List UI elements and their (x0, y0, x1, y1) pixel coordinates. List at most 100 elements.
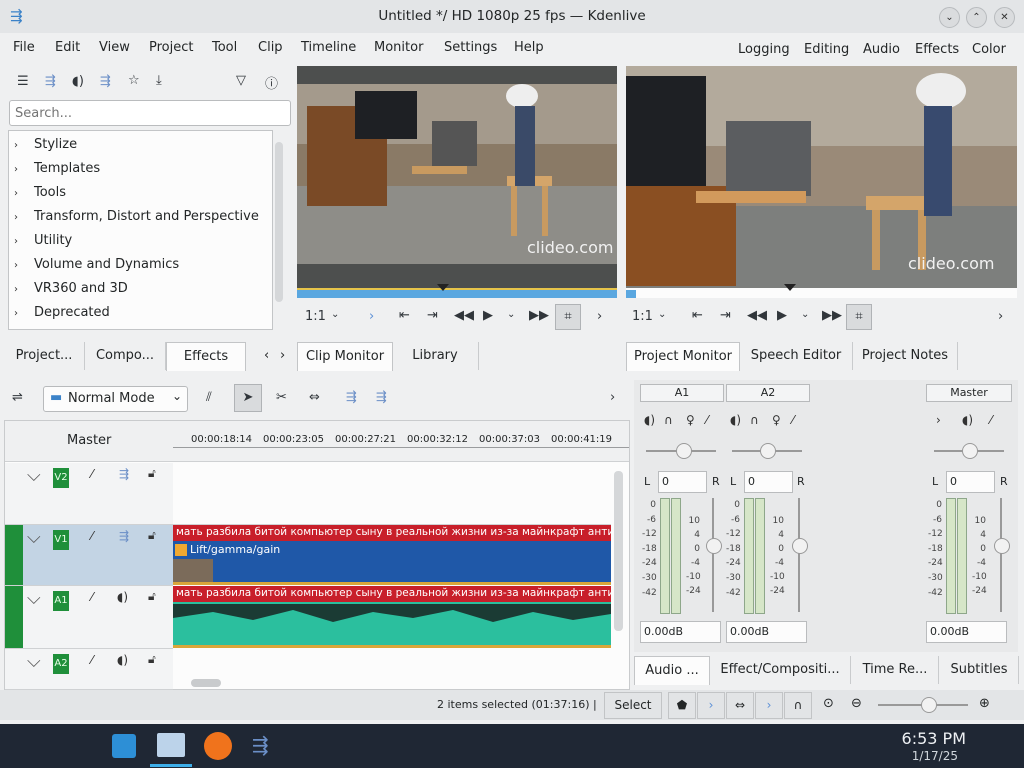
pan-spin-a2[interactable]: 0 (744, 471, 793, 493)
timeline-vscroll[interactable] (614, 471, 623, 631)
video-track-icon[interactable]: ⇶ (119, 467, 129, 481)
solo-headphones-icon[interactable]: ∩ (750, 413, 759, 427)
forward-icon[interactable]: ▶▶ (822, 308, 842, 323)
spacer-tool-icon[interactable]: ⫽ (206, 390, 212, 405)
tab-clip-monitor[interactable]: Clip Monitor (297, 342, 393, 371)
volume-fader-master[interactable] (1000, 498, 1002, 612)
timeline-hscroll[interactable] (191, 679, 221, 687)
chevron-down-icon[interactable]: ⌄ (658, 309, 666, 320)
effects-wand-icon[interactable]: ⁄ (91, 653, 93, 667)
set-zone-out-icon[interactable]: ⇥ (720, 308, 731, 323)
collapse-track-icon[interactable]: ⌵ (27, 465, 41, 486)
tab-audio-mixer[interactable]: Audio ... (634, 656, 710, 685)
snap-icon[interactable]: › (697, 692, 725, 719)
mute-icon[interactable]: ◖) (644, 413, 655, 427)
menu-project[interactable]: Project (149, 40, 193, 55)
clip-playhead-marker[interactable] (437, 284, 449, 291)
mute-icon[interactable]: ◖) (962, 413, 973, 427)
project-monitor-ruler[interactable] (626, 284, 1017, 298)
effect-category-deprecated[interactable]: › Deprecated (14, 305, 110, 320)
workspace-logging[interactable]: Logging (738, 42, 790, 57)
pan-handle-a1[interactable] (676, 443, 692, 459)
file-manager-icon[interactable] (157, 733, 185, 757)
filter-icon[interactable]: ▽ (236, 73, 246, 88)
tab-project-monitor[interactable]: Project Monitor (626, 342, 740, 371)
tab-compositions[interactable]: Compo... (85, 342, 166, 370)
collapse-track-icon[interactable]: ⌵ (27, 651, 41, 672)
menu-help[interactable]: Help (514, 40, 544, 55)
tab-scroll-left-icon[interactable]: ‹ (264, 348, 269, 363)
volume-handle-master[interactable] (994, 538, 1010, 554)
volume-db-a1[interactable]: 0.00dB (640, 621, 721, 643)
zoom-slider-handle[interactable] (921, 697, 937, 713)
tab-effects[interactable]: Effects (166, 342, 246, 371)
pan-spin-a1[interactable]: 0 (658, 471, 707, 493)
tab-time-remapping[interactable]: Time Re... (852, 656, 939, 684)
effects-wand-icon[interactable]: ⁄ (91, 590, 93, 604)
track-lane-a2[interactable] (173, 649, 611, 689)
overwrite-icon[interactable]: ⇶ (376, 390, 387, 405)
solo-headphones-icon[interactable]: ∩ (664, 413, 673, 427)
mute-icon[interactable]: ◖) (730, 413, 741, 427)
menu-clip[interactable]: Clip (258, 40, 283, 55)
effects-search-input[interactable] (9, 100, 291, 126)
select-button[interactable]: Select (604, 692, 662, 719)
razor-tool-icon[interactable]: ✂ (276, 390, 287, 405)
project-zoom-select[interactable]: 1:1 (632, 309, 653, 324)
effects-wand-icon[interactable]: ⁄ (91, 467, 93, 481)
speaker-icon[interactable]: ◖) (117, 653, 128, 667)
workspace-effects[interactable]: Effects (915, 42, 959, 57)
track-header-a2[interactable]: ⌵ A2 ⁄ ◖) 🔓︎ (5, 649, 173, 690)
audio-clip[interactable]: мать разбила битой компьютер сыну в реал… (173, 586, 611, 648)
close-button[interactable]: ✕ (994, 7, 1015, 28)
record-mic-icon[interactable]: ♀ (772, 413, 781, 427)
video-effects-icon[interactable]: ⇶ (45, 74, 56, 89)
effects-wand-icon[interactable]: ⁄ (91, 529, 93, 543)
effect-category-templates[interactable]: › Templates (14, 161, 100, 176)
tab-project-notes[interactable]: Project Notes (853, 342, 958, 370)
more-icon[interactable]: › (610, 390, 615, 405)
download-icon[interactable]: ⤓ (156, 73, 162, 88)
collapse-track-icon[interactable]: ⌵ (27, 588, 41, 609)
video-clip[interactable]: мать разбила битой компьютер сыну в реал… (173, 525, 611, 585)
play-icon[interactable]: ▶ (777, 308, 787, 323)
lock-icon[interactable]: 🔓︎ (148, 528, 156, 543)
effects-wand-icon[interactable]: ⁄ (792, 413, 794, 427)
effect-category-tools[interactable]: › Tools (14, 185, 66, 200)
more-icon[interactable]: › (998, 309, 1003, 324)
volume-handle-a1[interactable] (706, 538, 722, 554)
tab-effect-composition[interactable]: Effect/Compositi... (710, 656, 851, 684)
speaker-icon[interactable]: ◖) (117, 590, 128, 604)
list-icon[interactable]: ☰ (17, 74, 29, 89)
favorite-star-icon[interactable]: ☆ (128, 73, 140, 88)
clip-zoom-select[interactable]: 1:1 (305, 309, 326, 324)
effects-scrollbar[interactable] (275, 142, 283, 302)
zoom-out-icon[interactable]: ⊖ (851, 696, 862, 711)
magnet-icon[interactable]: ∩ (784, 692, 812, 719)
clip-monitor-ruler[interactable] (297, 284, 617, 298)
app-launcher-icon[interactable] (112, 734, 136, 758)
forward-icon[interactable]: ▶▶ (529, 308, 549, 323)
menu-monitor[interactable]: Monitor (374, 40, 423, 55)
pan-handle-master[interactable] (962, 443, 978, 459)
effect-category-stylize[interactable]: › Stylize (14, 137, 77, 152)
chevron-right-icon[interactable]: › (936, 413, 941, 427)
collapse-track-icon[interactable]: ⌵ (27, 527, 41, 548)
tab-speech-editor[interactable]: Speech Editor (740, 342, 853, 370)
firefox-icon[interactable] (204, 732, 232, 760)
zone-icon[interactable]: ⇔ (726, 692, 754, 719)
crop-icon[interactable]: ⌗ (555, 304, 581, 330)
tab-project-bin[interactable]: Project... (4, 342, 85, 370)
workspace-color[interactable]: Color (972, 42, 1006, 57)
lock-icon[interactable]: 🔓︎ (148, 652, 156, 667)
tab-library[interactable]: Library (392, 342, 479, 370)
track-header-v2[interactable]: ⌵ V2 ⁄ ⇶ 🔓︎ (5, 463, 173, 525)
pan-handle-a2[interactable] (760, 443, 776, 459)
play-icon[interactable]: ▶ (483, 308, 493, 323)
project-playhead-marker[interactable] (784, 284, 796, 291)
effect-category-volume[interactable]: › Volume and Dynamics (14, 257, 179, 272)
fit-zoom-icon[interactable]: ⊙ (823, 696, 834, 711)
menu-view[interactable]: View (99, 40, 130, 55)
menu-edit[interactable]: Edit (55, 40, 80, 55)
volume-fader-a1[interactable] (712, 498, 714, 612)
